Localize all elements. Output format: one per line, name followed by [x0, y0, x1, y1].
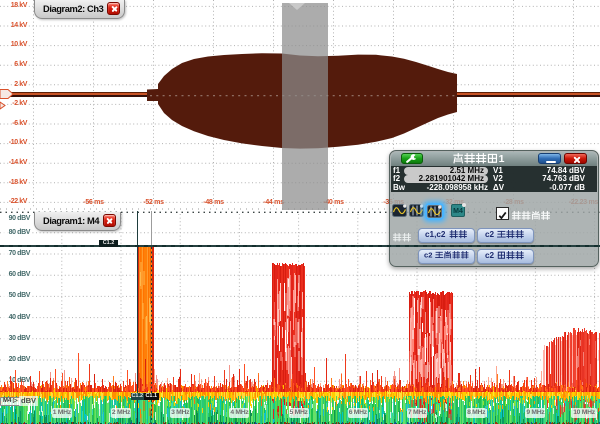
svg-text:c2: c2 [424, 251, 432, 260]
svg-text:c2: c2 [485, 230, 495, 239]
svg-text:c2: c2 [485, 251, 495, 260]
svg-text:c1,c2: c1,c2 [425, 230, 446, 239]
svg-text:1: 1 [498, 153, 504, 165]
